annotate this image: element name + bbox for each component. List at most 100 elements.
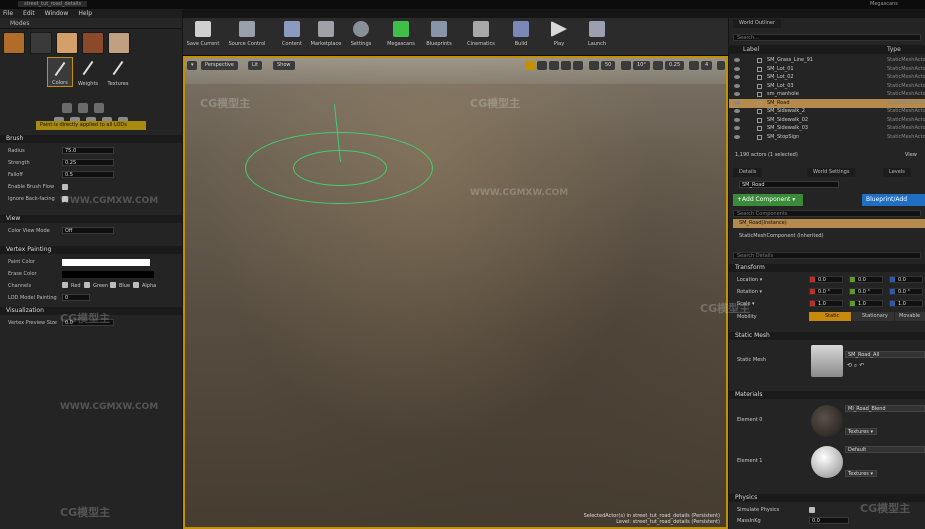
element-0-thumbnail[interactable]: [811, 405, 843, 437]
scale-y-input[interactable]: 1.0: [849, 300, 883, 307]
window-tab[interactable]: street_tut_road_details: [18, 1, 88, 7]
label-column-header[interactable]: Label: [743, 46, 759, 53]
levels-tab[interactable]: Levels: [883, 168, 911, 177]
menu-edit[interactable]: Edit: [23, 10, 35, 17]
mobility-movable-button[interactable]: Movable: [895, 312, 925, 321]
scale-tool-icon[interactable]: [549, 61, 559, 70]
modes-tab[interactable]: Modes: [0, 18, 182, 29]
blueprints-button[interactable]: Blueprints: [419, 21, 459, 53]
place-mode-icon[interactable]: [3, 32, 25, 54]
view-options-button[interactable]: View: [905, 152, 917, 158]
rotation-snap-value[interactable]: 10°: [633, 61, 650, 70]
type-column-header[interactable]: Type: [887, 46, 901, 53]
viewport-options-icon[interactable]: ▾: [187, 61, 197, 70]
save-current-button[interactable]: Save Current: [183, 21, 223, 53]
radius-input[interactable]: 75.0: [62, 147, 114, 154]
erase-color-swatch[interactable]: [62, 271, 154, 278]
rotation-x-input[interactable]: 0.0 °: [809, 288, 843, 295]
strength-input[interactable]: 0.25: [62, 159, 114, 166]
world-settings-tab[interactable]: World Settings: [807, 168, 856, 177]
mobility-stationary-button[interactable]: Stationary: [852, 312, 894, 321]
rotation-y-input[interactable]: 0.0 °: [849, 288, 883, 295]
menu-file[interactable]: File: [3, 10, 13, 17]
element-0-select[interactable]: MI_Road_Blend: [845, 405, 925, 412]
simulate-physics-checkbox[interactable]: [809, 507, 815, 513]
visibility-eye-icon[interactable]: [734, 83, 740, 88]
camera-speed-icon[interactable]: [689, 61, 699, 70]
menu-window[interactable]: Window: [45, 10, 69, 17]
blue-channel-checkbox[interactable]: [110, 282, 116, 288]
propagate-icon[interactable]: [78, 103, 88, 113]
search-components-input[interactable]: Search Components: [733, 210, 921, 217]
play-button[interactable]: Play: [539, 21, 579, 53]
grid-snap-value[interactable]: 50: [601, 61, 616, 70]
megascans-button[interactable]: Megascans: [381, 21, 421, 53]
fill-icon[interactable]: [62, 103, 72, 113]
visibility-eye-icon[interactable]: [734, 66, 740, 71]
scale-x-input[interactable]: 1.0: [809, 300, 843, 307]
outliner-search-input[interactable]: Search...: [733, 34, 921, 41]
visibility-eye-icon[interactable]: [734, 58, 740, 62]
level-viewport[interactable]: ▾ Perspective Lit Show 50 10° 0.25 4 Sel…: [183, 56, 728, 529]
vertex-painting-section-header[interactable]: Vertex Painting: [0, 246, 182, 254]
rotate-tool-icon[interactable]: [537, 61, 547, 70]
visibility-eye-icon[interactable]: [734, 92, 740, 96]
color-view-mode-select[interactable]: Off: [62, 227, 114, 234]
mass-input[interactable]: 0.0: [809, 517, 849, 524]
geometry-mode-icon[interactable]: [108, 32, 130, 54]
cinematics-button[interactable]: Cinematics: [461, 21, 501, 53]
perspective-button[interactable]: Perspective: [201, 61, 238, 70]
foliage-mode-icon[interactable]: [82, 32, 104, 54]
visibility-eye-icon[interactable]: [734, 100, 740, 105]
materials-section-header[interactable]: Materials: [729, 391, 925, 399]
settings-button[interactable]: Settings: [341, 21, 381, 53]
add-component-button[interactable]: +Add Component ▾: [733, 194, 803, 206]
element-1-select[interactable]: Default: [845, 446, 925, 453]
import-icon[interactable]: [94, 103, 104, 113]
outliner-row[interactable]: SM_StopSign StaticMeshActor: [729, 133, 925, 142]
brush-section-header[interactable]: Brush: [0, 135, 182, 143]
visibility-eye-icon[interactable]: [734, 134, 740, 139]
world-outliner-tab[interactable]: World Outliner: [733, 19, 782, 28]
colors-tool-button[interactable]: Colors: [47, 57, 73, 87]
scale-snap-icon[interactable]: [653, 61, 663, 70]
rotation-label[interactable]: Rotation ▾: [737, 289, 762, 295]
view-section-header[interactable]: View: [0, 215, 182, 223]
visibility-eye-icon[interactable]: [734, 109, 740, 113]
source-control-button[interactable]: Source Control: [227, 21, 267, 53]
element-0-textures[interactable]: Textures ▾: [845, 428, 877, 435]
world-local-icon[interactable]: [561, 61, 571, 70]
scale-z-input[interactable]: 1.0: [889, 300, 923, 307]
lit-button[interactable]: Lit: [248, 61, 263, 70]
component-instance-row[interactable]: SM_Road(Instance): [733, 219, 925, 228]
paint-color-swatch[interactable]: [62, 259, 150, 266]
lod-model-painting-input[interactable]: 0: [62, 294, 90, 301]
location-label[interactable]: Location ▾: [737, 277, 762, 283]
browse-icon[interactable]: ⟲ ⌕ ↶: [847, 362, 864, 370]
mobility-static-button[interactable]: Static: [809, 312, 851, 321]
static-mesh-select[interactable]: SM_Road_All: [845, 351, 925, 358]
scale-snap-value[interactable]: 0.25: [665, 61, 685, 70]
rotation-z-input[interactable]: 0.0 °: [889, 288, 923, 295]
location-z-input[interactable]: 0.0: [889, 276, 923, 283]
falloff-input[interactable]: 0.5: [62, 171, 114, 178]
translate-tool-icon[interactable]: [525, 61, 535, 70]
paint-mode-icon[interactable]: [30, 32, 52, 54]
menu-help[interactable]: Help: [78, 10, 92, 17]
transform-section-header[interactable]: Transform: [729, 264, 925, 272]
element-1-textures[interactable]: Textures ▾: [845, 470, 877, 477]
visibility-eye-icon[interactable]: [734, 75, 740, 79]
visibility-eye-icon[interactable]: [734, 126, 740, 130]
green-channel-checkbox[interactable]: [84, 282, 90, 288]
show-button[interactable]: Show: [273, 61, 295, 70]
launch-button[interactable]: Launch: [577, 21, 617, 53]
textures-tool-button[interactable]: Textures: [105, 57, 131, 87]
location-y-input[interactable]: 0.0: [849, 276, 883, 283]
actor-name-input[interactable]: SM_Road: [739, 181, 839, 188]
location-x-input[interactable]: 0.0: [809, 276, 843, 283]
rotation-snap-icon[interactable]: [621, 61, 631, 70]
build-button[interactable]: Build: [501, 21, 541, 53]
red-channel-checkbox[interactable]: [62, 282, 68, 288]
element-1-thumbnail[interactable]: [811, 446, 843, 478]
weights-tool-button[interactable]: Weights: [75, 57, 101, 87]
